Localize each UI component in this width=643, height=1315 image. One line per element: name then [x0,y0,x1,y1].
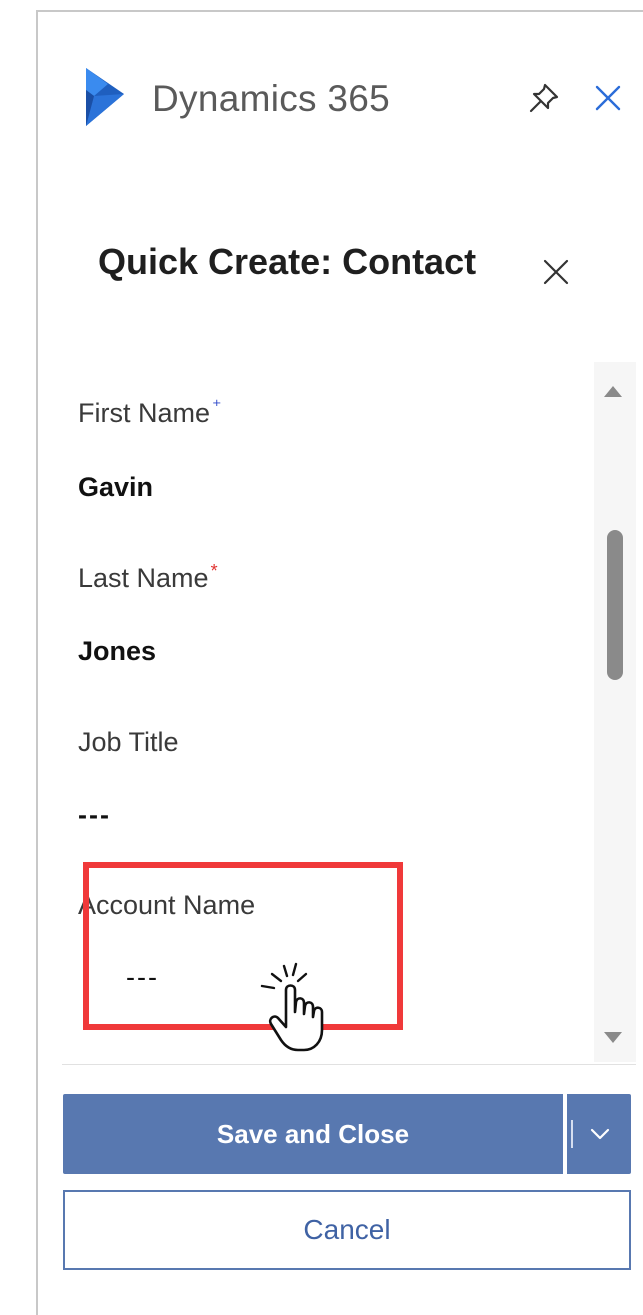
close-panel-icon[interactable] [590,80,626,116]
scroll-down-arrow-icon[interactable] [604,1032,622,1043]
pin-icon[interactable] [526,80,562,116]
chevron-down-icon [590,1128,610,1140]
last-name-label: Last Name * [78,561,218,593]
required-marker: * [210,561,218,581]
first-name-field[interactable]: Gavin [78,472,153,503]
hand-pointer-icon [254,960,354,1060]
dynamics-logo-icon [84,66,126,128]
required-recommended-marker: ⁺ [212,396,222,416]
close-icon[interactable] [540,256,572,288]
quick-create-title: Quick Create: Contact [98,241,477,282]
job-title-label: Job Title [78,727,179,757]
app-title: Dynamics 365 [152,78,391,119]
form-scrollbar[interactable] [594,362,636,1062]
job-title-field[interactable]: --- [78,800,111,831]
app-header: Dynamics 365 [0,0,643,200]
dropdown-divider [571,1120,573,1148]
scroll-up-arrow-icon[interactable] [604,386,622,397]
cancel-button[interactable]: Cancel [63,1190,631,1270]
first-name-label: First Name ⁺ [78,396,222,428]
footer-divider [62,1064,636,1065]
save-and-close-button[interactable]: Save and Close [63,1094,563,1174]
scroll-thumb[interactable] [607,530,623,680]
highlight-box [83,862,403,1030]
save-options-dropdown[interactable] [567,1094,631,1174]
last-name-field[interactable]: Jones [78,636,156,667]
save-split-button: Save and Close [63,1094,631,1174]
